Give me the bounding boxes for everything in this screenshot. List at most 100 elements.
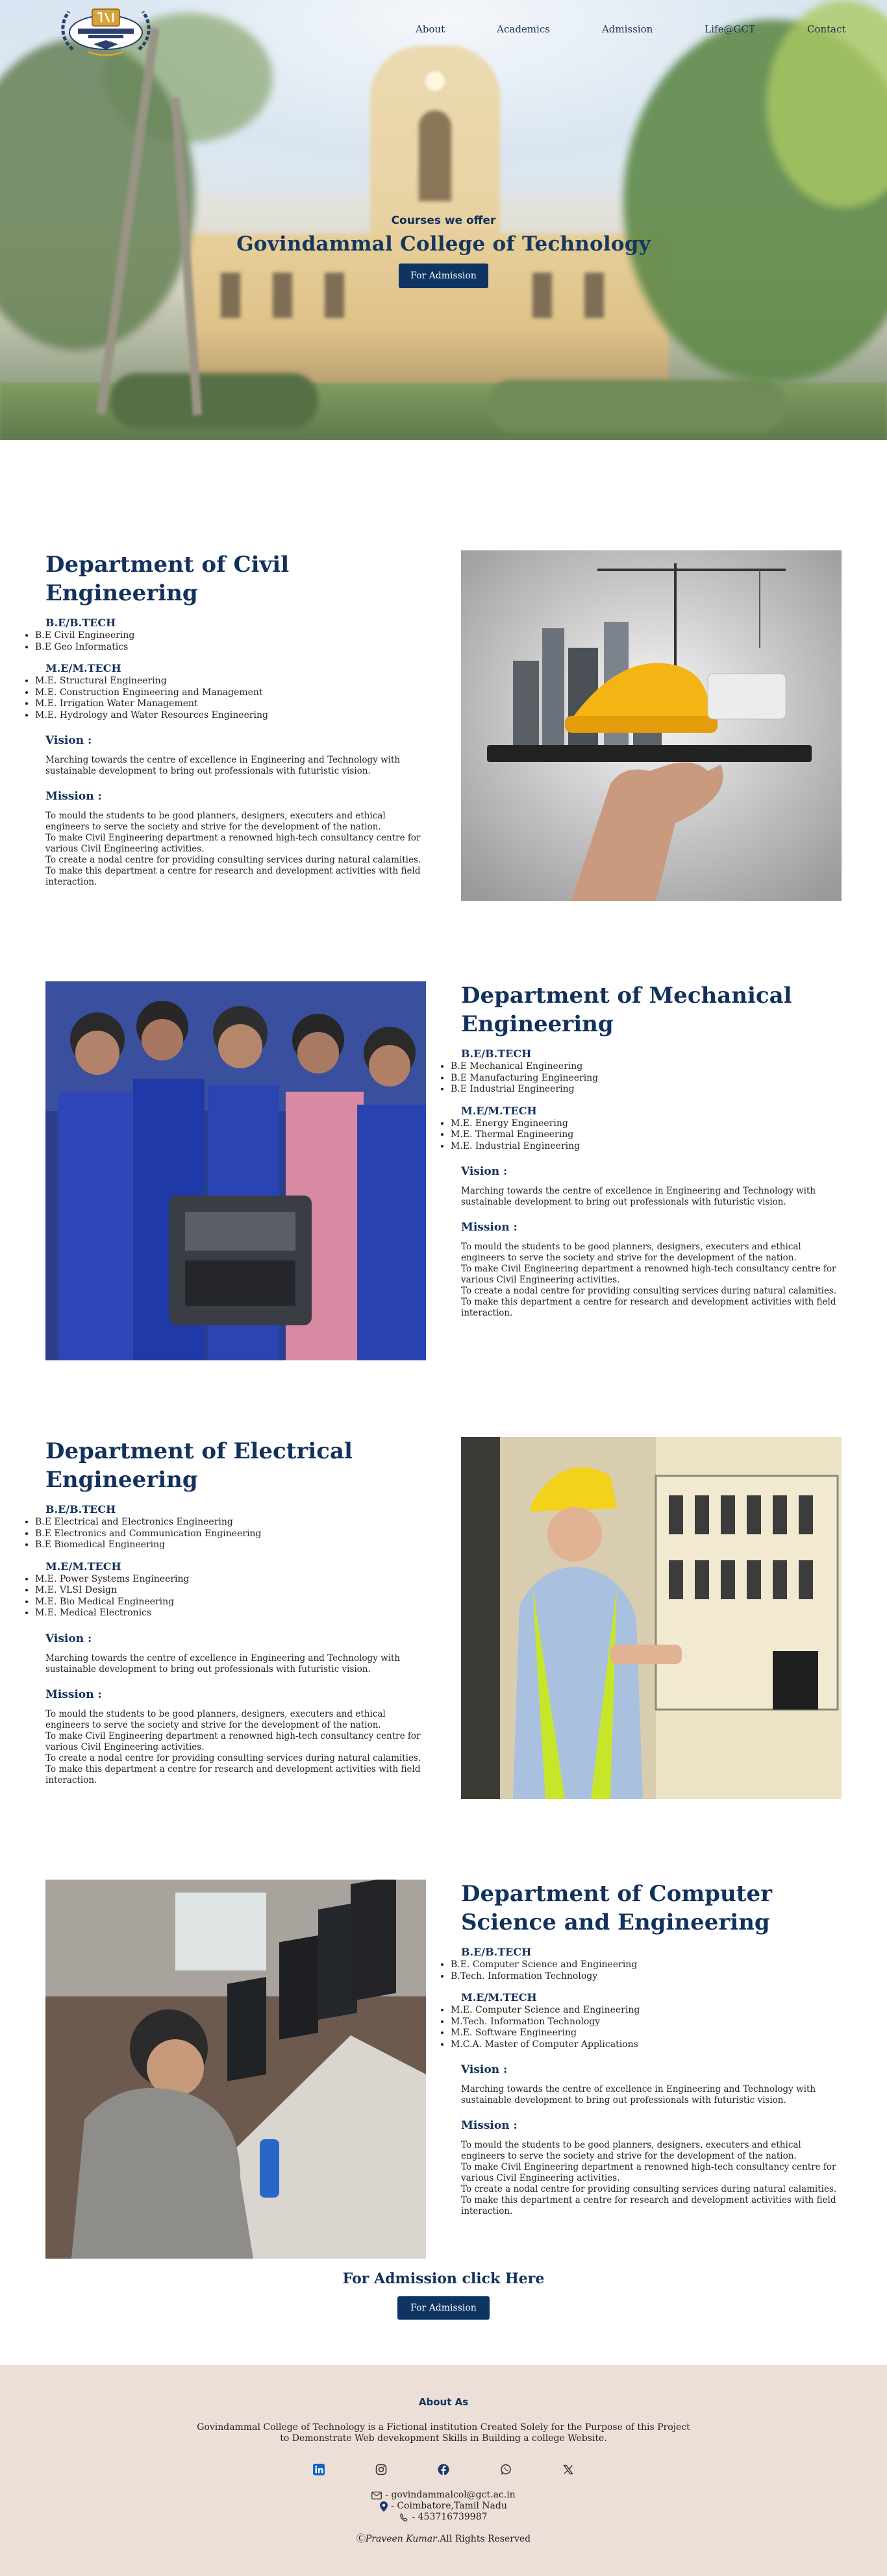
mission-line: To make Civil Engineering department a r… [45,1730,421,1752]
mission-text: To mould the students to be good planner… [461,2140,844,2217]
hero-title: Govindammal College of Technology [236,232,651,256]
instagram-icon[interactable] [373,2461,390,2478]
mission-line: To create a nodal centre for providing c… [461,1286,837,1297]
copyright-icon: Ⓒ [356,2534,366,2544]
mission-line: To make this department a centre for res… [45,1763,421,1785]
department-civil: Department of Civil Engineering B.E/B.TE… [35,550,842,901]
contact-info: - govindammalcol@gct.ac.in - Coimbatore,… [0,2490,887,2523]
vision-heading: Vision : [461,2063,508,2077]
copyright: ⒸPraveen Kumar.All Rights Reserved [0,2532,887,2545]
list-item: B.E Industrial Engineering [451,1084,844,1096]
vision-text: Marching towards the centre of excellenc… [45,1652,401,1674]
department-title: Department of Mechanical Engineering [461,983,792,1038]
nav-menu: About Academics Admission Life@GCT Conta… [416,23,846,35]
mechanical-engineering-image [45,981,426,1360]
phone-icon [400,2512,408,2521]
vision-text: Marching towards the centre of excellenc… [461,1186,816,1208]
author-name: Praveen Kumar [365,2534,437,2544]
ug-list: B.E Mechanical Engineering B.E Manufactu… [451,1061,844,1096]
hero-admission-button[interactable]: For Admission [399,264,488,288]
nav-link-life-at-gct[interactable]: Life@GCT [705,23,755,35]
civil-engineering-image [461,550,842,901]
nav-link-admission[interactable]: Admission [602,23,653,35]
phone-text: - 453716739987 [412,2512,488,2522]
contact-email[interactable]: - govindammalcol@gct.ac.in [0,2490,887,2501]
facebook-icon[interactable] [435,2461,452,2478]
x-icon[interactable] [560,2461,577,2478]
mission-line: To create a nodal centre for providing c… [461,2184,837,2195]
pg-heading: M.E/M.TECH [461,1104,537,1117]
mission-line: To create a nodal centre for providing c… [45,1752,421,1763]
vision-heading: Vision : [461,1165,508,1179]
mission-line: To make Civil Engineering department a r… [461,1264,836,1286]
mission-line: To mould the students to be good planner… [461,2140,801,2162]
list-item: M.E. Bio Medical Engineering [35,1597,429,1608]
college-logo[interactable] [55,4,157,58]
department-title: Department of Computer Science and Engin… [461,1881,773,1936]
vision-heading: Vision : [45,1632,92,1645]
footer-title: About As [418,2396,469,2408]
pg-heading: M.E/M.TECH [461,1991,537,2004]
list-item: B.E Manufacturing Engineering [451,1073,844,1085]
envelope-icon [371,2491,382,2499]
department-text: Department of Electrical Engineering B.E… [35,1437,429,1786]
top-navigation: About Academics Admission Life@GCT Conta… [0,0,887,62]
location-text: - Coimbatore,Tamil Nadu [391,2501,507,2511]
vision-heading: Vision : [45,734,92,748]
list-item: B.E Geo Informatics [35,642,429,654]
college-emblem-icon [61,8,151,56]
nav-link-academics[interactable]: Academics [497,23,550,35]
ug-heading: B.E/B.TECH [45,617,116,630]
mission-heading: Mission : [461,1221,518,1234]
list-item: B.E. Computer Science and Engineering [451,1959,844,1971]
ug-list: B.E Electrical and Electronics Engineeri… [35,1517,429,1551]
email-text: - govindammalcol@gct.ac.in [385,2490,516,2500]
contact-location: - Coimbatore,Tamil Nadu [0,2501,887,2512]
list-item: M.E. Irrigation Water Management [35,698,429,710]
ug-heading: B.E/B.TECH [461,1946,532,1959]
list-item: M.E. Thermal Engineering [451,1129,844,1141]
ug-heading: B.E/B.TECH [461,1048,532,1061]
department-text: Department of Mechanical Engineering B.E… [451,981,844,1319]
department-title: Department of Civil Engineering [45,552,290,607]
footer-about-text: Govindammal College of Technology is a F… [197,2422,690,2444]
cta-title[interactable]: For Admission click Here [0,2270,887,2287]
list-item: B.E Electrical and Electronics Engineeri… [35,1517,429,1528]
social-links [0,2461,887,2478]
pg-list: M.E. Energy Engineering M.E. Thermal Eng… [451,1118,844,1153]
list-item: B.E Biomedical Engineering [35,1539,429,1551]
computer-science-image [45,1880,426,2259]
nav-link-about[interactable]: About [416,23,445,35]
admission-cta: For Admission click Here For Admission [0,2270,887,2320]
mission-line: To make this department a centre for res… [45,866,421,888]
mission-line: To create a nodal centre for providing c… [45,855,421,866]
vision-text: Marching towards the centre of excellenc… [461,2084,816,2106]
hero-section: About Academics Admission Life@GCT Conta… [0,0,887,440]
list-item: M.E. Construction Engineering and Manage… [35,687,429,699]
list-item: M.E. VLSI Design [35,1585,429,1597]
list-item: M.C.A. Master of Computer Applications [451,2039,844,2051]
list-item: M.E. Medical Electronics [35,1608,429,1619]
department-mechanical: Department of Mechanical Engineering B.E… [45,981,842,1360]
pg-heading: M.E/M.TECH [45,662,121,675]
mission-heading: Mission : [45,1687,102,1701]
list-item: M.Tech. Information Technology [451,2017,844,2028]
mission-line: To make Civil Engineering department a r… [461,2162,836,2184]
list-item: M.E. Software Engineering [451,2028,844,2039]
whatsapp-icon[interactable] [497,2461,514,2478]
list-item: M.E. Energy Engineering [451,1118,844,1130]
pg-list: M.E. Computer Science and Engineering M.… [451,2005,844,2050]
linkedin-icon[interactable] [310,2461,327,2478]
list-item: M.E. Industrial Engineering [451,1141,844,1153]
mission-text: To mould the students to be good planner… [45,1709,429,1786]
location-pin-icon [380,2501,388,2512]
electrical-engineering-image [461,1437,842,1799]
cta-admission-button[interactable]: For Admission [397,2296,490,2320]
ug-list: B.E Civil Engineering B.E Geo Informatic… [35,630,429,653]
footer: About As Govindammal College of Technolo… [0,2365,887,2576]
contact-phone[interactable]: - 453716739987 [0,2512,887,2523]
rights-text: .All Rights Reserved [436,2534,531,2544]
nav-link-contact[interactable]: Contact [807,23,846,35]
mission-heading: Mission : [461,2119,518,2133]
mission-line: To mould the students to be good planner… [45,1708,386,1730]
